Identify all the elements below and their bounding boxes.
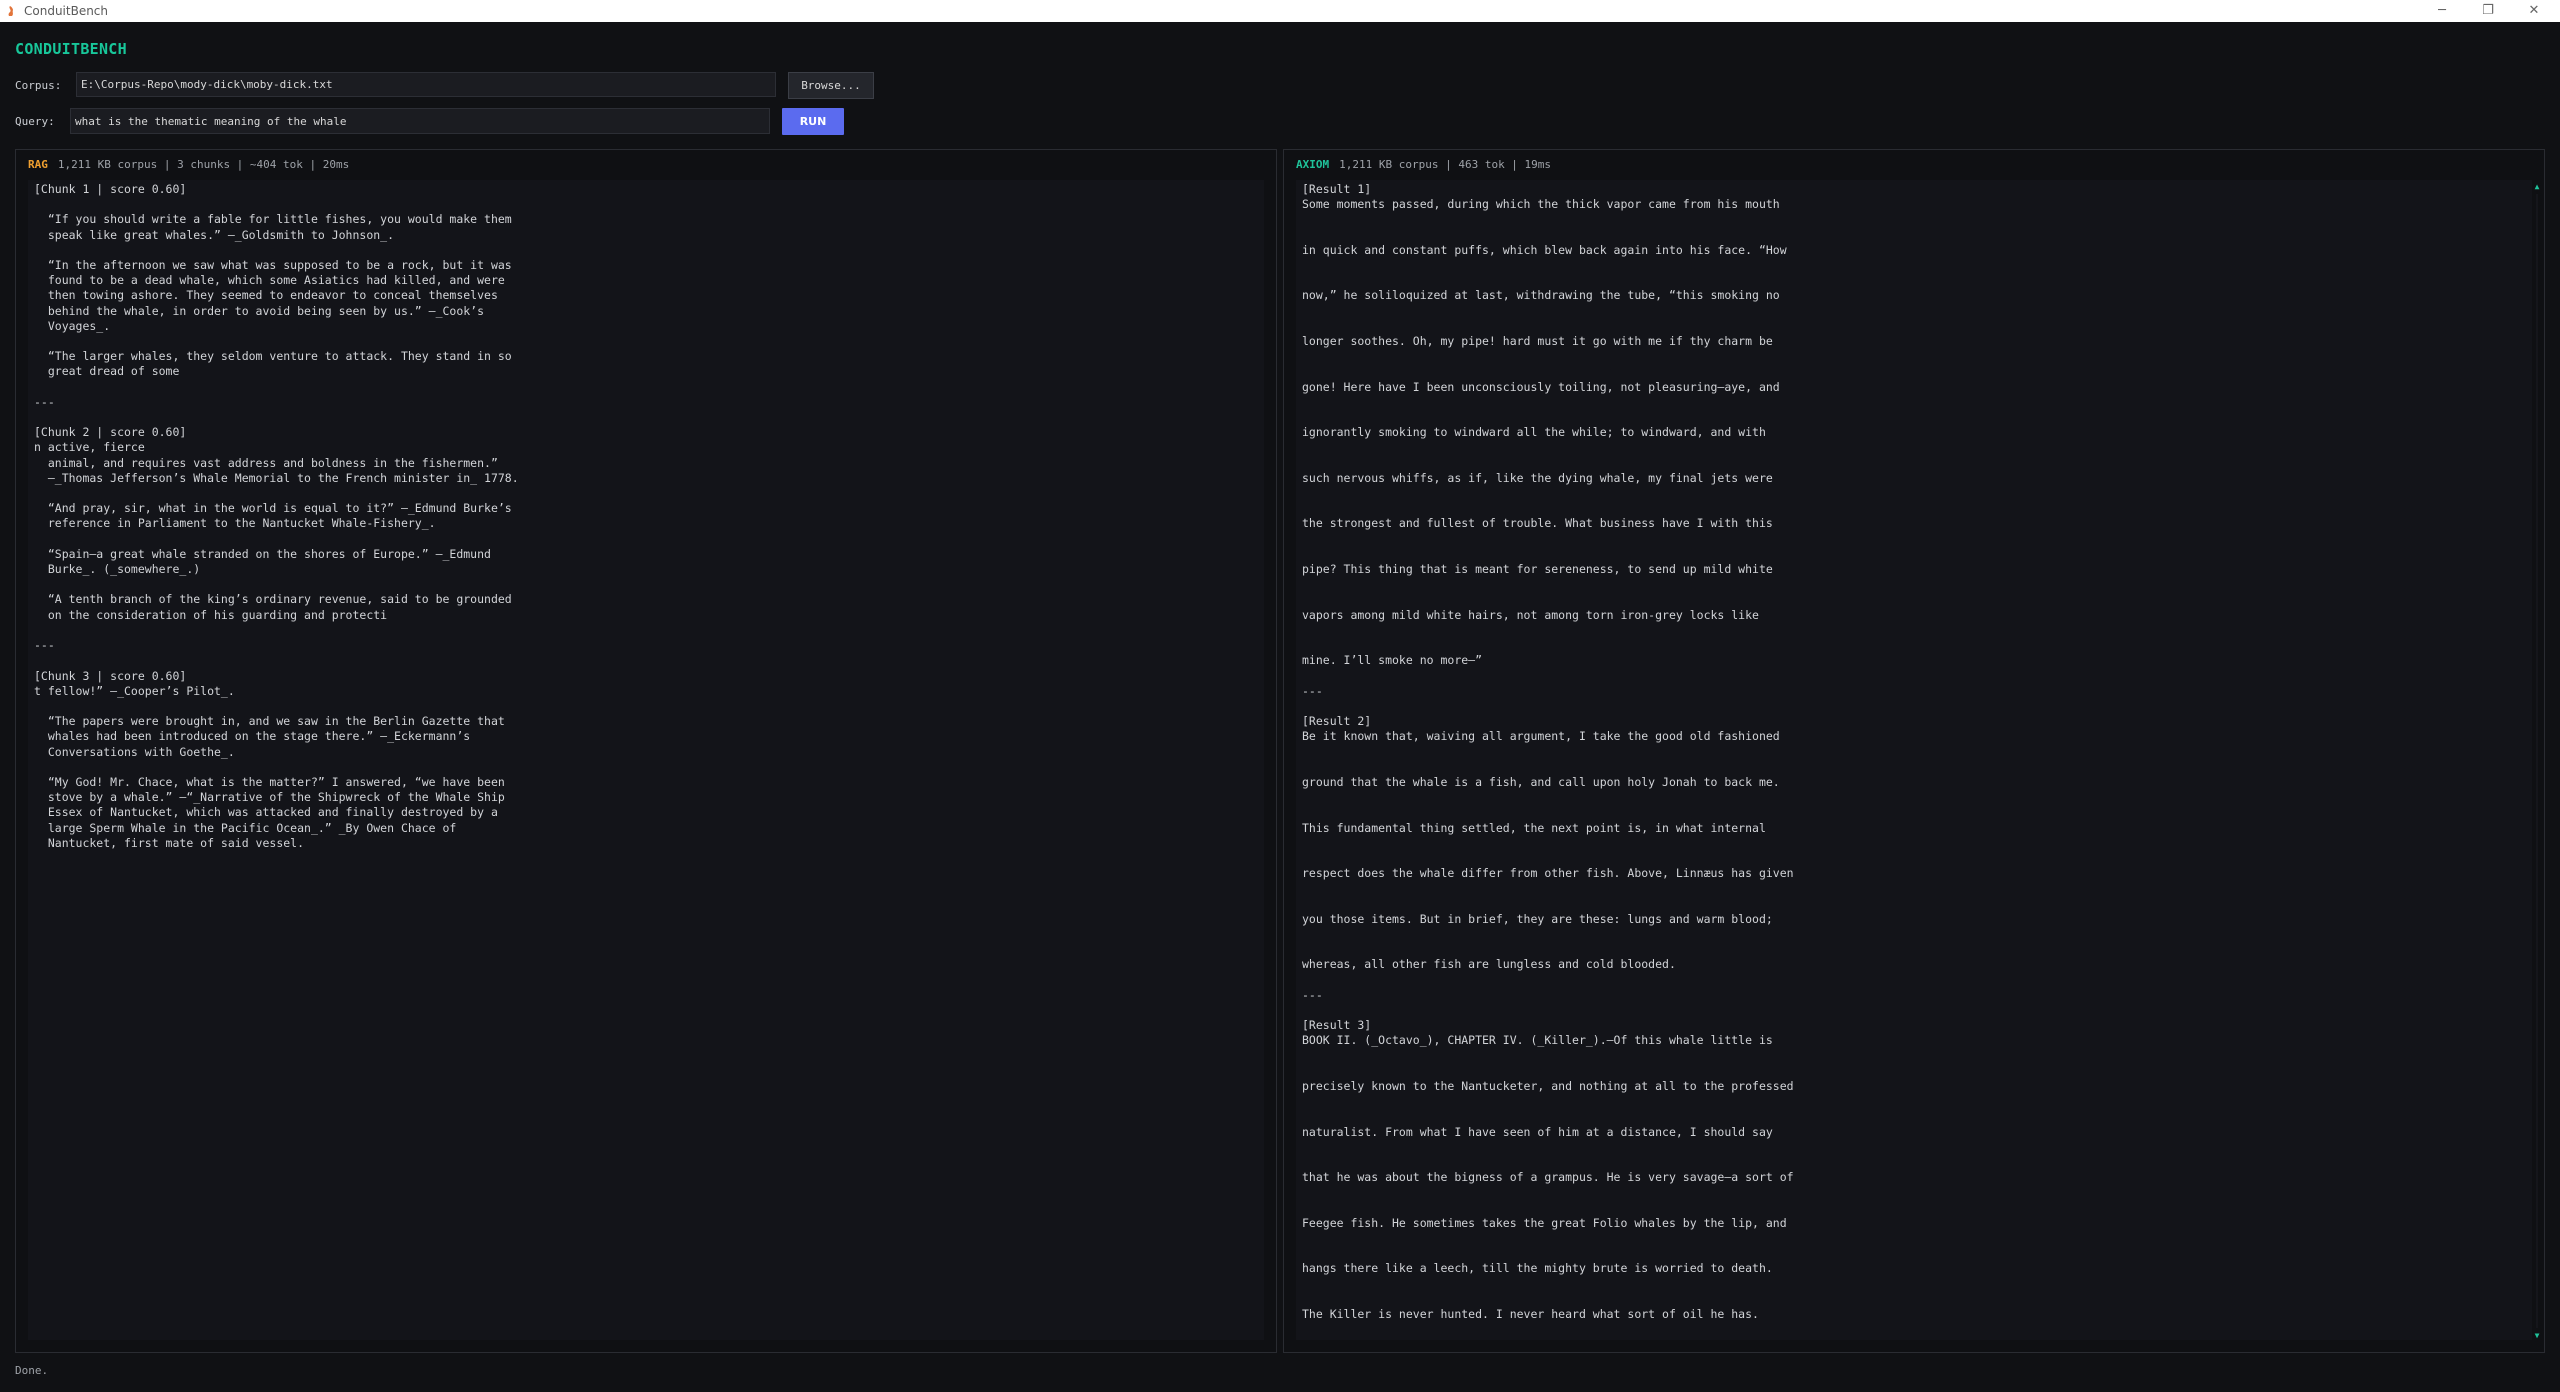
- scroll-down-arrow-icon[interactable]: ▼: [2532, 1331, 2542, 1340]
- scroll-up-arrow-icon[interactable]: ▲: [2532, 182, 2542, 191]
- close-button[interactable]: ✕: [2511, 0, 2557, 22]
- rag-panel-header: RAG 1,211 KB corpus | 3 chunks | ~404 tok…: [16, 150, 1276, 180]
- window-title: ConduitBench: [24, 4, 109, 18]
- scroll-track[interactable]: [2536, 194, 2538, 1328]
- status-text: Done.: [15, 1364, 49, 1377]
- minimize-button[interactable]: ─: [2419, 0, 2465, 22]
- run-button[interactable]: RUN: [782, 108, 844, 135]
- axiom-meta: 1,211 KB corpus | 463 tok | 19ms: [1339, 158, 1552, 171]
- app-icon: [8, 6, 13, 16]
- window-titlebar: ConduitBench ─ ❐ ✕: [0, 0, 2560, 22]
- axiom-panel-header: AXIOM 1,211 KB corpus | 463 tok | 19ms: [1284, 150, 2544, 180]
- rag-tag: RAG: [28, 158, 48, 171]
- axiom-panel: AXIOM 1,211 KB corpus | 463 tok | 19ms [R…: [1283, 149, 2545, 1353]
- corpus-path-field[interactable]: [76, 72, 776, 97]
- axiom-tag: AXIOM: [1296, 158, 1330, 171]
- axiom-output[interactable]: [Result 1] Some moments passed, during w…: [1296, 180, 2532, 1340]
- query-input[interactable]: [70, 108, 770, 134]
- app-title: CONDUITBENCH: [15, 40, 127, 58]
- rag-panel: RAG 1,211 KB corpus | 3 chunks | ~404 tok…: [15, 149, 1277, 1353]
- axiom-scrollbar[interactable]: ▲ ▼: [2532, 180, 2542, 1340]
- rag-output-text: [Chunk 1 | score 0.60] “If you should wr…: [34, 182, 519, 850]
- browse-button[interactable]: Browse...: [788, 72, 874, 99]
- query-label: Query:: [15, 115, 55, 128]
- corpus-label: Corpus:: [15, 79, 62, 92]
- rag-meta: 1,211 KB corpus | 3 chunks | ~404 tok | …: [57, 158, 350, 171]
- axiom-output-text: [Result 1] Some moments passed, during w…: [1302, 182, 1794, 1322]
- restore-button[interactable]: ❐: [2465, 0, 2511, 22]
- rag-output[interactable]: [Chunk 1 | score 0.60] “If you should wr…: [28, 180, 1264, 1340]
